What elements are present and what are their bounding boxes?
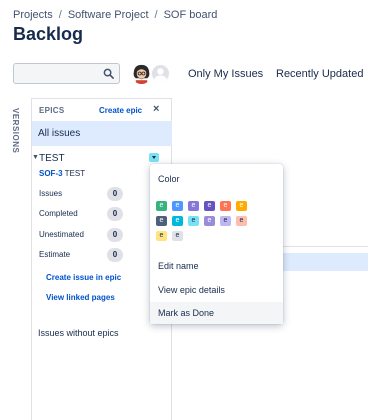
- color-label: Color: [158, 174, 180, 184]
- color-swatch[interactable]: e: [204, 216, 215, 226]
- search-input[interactable]: [14, 64, 99, 83]
- menu-item-label: View epic details: [158, 285, 225, 295]
- issues-without-epics-item[interactable]: Issues without epics: [38, 328, 119, 338]
- breadcrumb: Projects / Software Project / SOF board: [13, 9, 217, 21]
- stat-label: Estimate: [39, 250, 71, 259]
- color-swatch[interactable]: e: [236, 216, 247, 226]
- menu-item-edit-name[interactable]: Edit name: [150, 255, 283, 277]
- breadcrumb-projects[interactable]: Projects: [13, 9, 53, 21]
- versions-label: VERSIONS: [11, 108, 20, 154]
- stat-completed: Completed 0: [39, 207, 124, 221]
- color-swatch[interactable]: e: [172, 201, 183, 211]
- user-avatar[interactable]: [131, 63, 152, 84]
- color-swatch[interactable]: e: [220, 216, 231, 226]
- color-swatch[interactable]: e: [204, 201, 215, 211]
- search-icon[interactable]: [103, 68, 114, 79]
- stat-issues: Issues 0: [39, 187, 124, 201]
- stat-label: Issues: [39, 189, 63, 198]
- menu-item-mark-as-done[interactable]: Mark as Done: [150, 302, 283, 324]
- stat-value: 0: [107, 228, 123, 242]
- epic-key[interactable]: SOF-3: [39, 169, 63, 178]
- color-swatch[interactable]: e: [172, 231, 183, 241]
- epic-name: TEST: [39, 153, 65, 164]
- stat-value: 0: [107, 248, 123, 262]
- page-title: Backlog: [13, 24, 84, 44]
- all-issues-label: All issues: [38, 128, 81, 139]
- search-box: [13, 63, 120, 84]
- color-swatch[interactable]: e: [188, 216, 199, 226]
- create-epic-link[interactable]: Create epic: [99, 106, 142, 115]
- backlog-selected-row[interactable]: [276, 253, 368, 271]
- stat-value: 0: [107, 187, 123, 201]
- epic-menu-toggle[interactable]: [149, 153, 159, 162]
- breadcrumb-project[interactable]: Software Project: [68, 9, 149, 21]
- breadcrumb-board[interactable]: SOF board: [164, 9, 218, 21]
- epic-key-line: SOF-3 TEST: [39, 169, 85, 178]
- stat-label: Completed: [39, 209, 78, 218]
- epic-color-menu: Color e e e e e e e e e e e e e e Edit n…: [150, 164, 283, 324]
- color-swatch[interactable]: e: [236, 201, 247, 211]
- stat-unestimated: Unestimated 0: [39, 228, 124, 242]
- color-swatch[interactable]: e: [188, 201, 199, 211]
- close-icon[interactable]: ×: [153, 103, 159, 115]
- unassigned-avatar[interactable]: [150, 63, 171, 84]
- quick-filter-recently-updated[interactable]: Recently Updated: [276, 68, 363, 80]
- menu-item-label: Edit name: [158, 261, 199, 271]
- color-swatch[interactable]: e: [220, 201, 231, 211]
- versions-tab[interactable]: VERSIONS: [8, 108, 24, 168]
- stat-estimate: Estimate 0: [39, 248, 124, 262]
- create-issue-in-epic-link[interactable]: Create issue in epic: [46, 273, 121, 282]
- menu-item-view-epic-details[interactable]: View epic details: [150, 279, 283, 301]
- all-issues-item[interactable]: All issues: [32, 121, 172, 146]
- view-linked-pages-link[interactable]: View linked pages: [46, 293, 115, 302]
- color-swatch[interactable]: e: [172, 216, 183, 226]
- epic-summary: TEST: [64, 169, 86, 178]
- color-swatch[interactable]: e: [156, 231, 167, 241]
- menu-item-label: Mark as Done: [158, 308, 215, 318]
- epic-panel-header: EPICS Create epic ×: [32, 99, 172, 121]
- chevron-down-icon[interactable]: ▼: [32, 154, 39, 161]
- color-swatch[interactable]: e: [156, 216, 167, 226]
- epic-panel-title: EPICS: [39, 106, 65, 115]
- stat-value: 0: [107, 207, 123, 221]
- quick-filter-my-issues[interactable]: Only My Issues: [188, 68, 263, 80]
- stat-label: Unestimated: [39, 230, 84, 239]
- breadcrumb-separator: /: [154, 9, 158, 21]
- color-swatch[interactable]: e: [156, 201, 167, 211]
- breadcrumb-separator: /: [58, 9, 62, 21]
